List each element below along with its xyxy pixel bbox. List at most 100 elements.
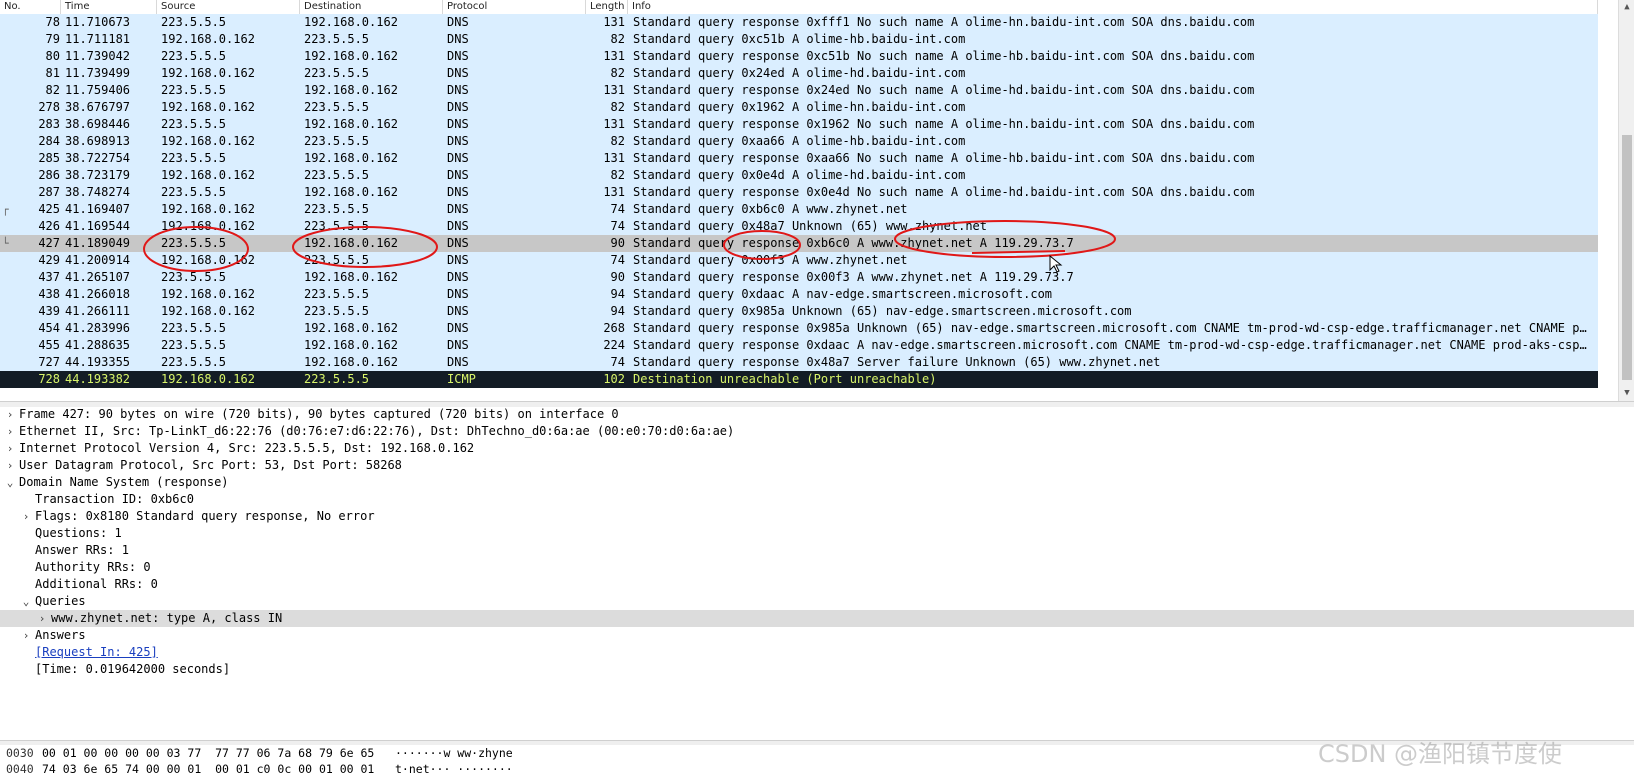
column-header-protocol[interactable]: Protocol [443, 0, 586, 14]
detail-row[interactable]: › www.zhynet.net: type A, class IN [0, 610, 1634, 627]
scroll-up-icon[interactable]: ▲ [1622, 2, 1632, 12]
cell-src: 223.5.5.5 [161, 338, 227, 352]
chevron-right-icon[interactable]: › [4, 457, 16, 474]
packet-details-pane[interactable]: › Frame 427: 90 bytes on wire (720 bits),… [0, 407, 1634, 740]
cell-time: 11.710673 [65, 15, 131, 29]
chevron-down-icon[interactable]: ⌄ [20, 593, 32, 610]
column-header-time[interactable]: Time [61, 0, 157, 14]
cell-src: 223.5.5.5 [161, 15, 227, 29]
cell-info: Standard query response 0xb6c0 A www.zhy… [633, 236, 1074, 250]
cell-proto: DNS [447, 355, 469, 369]
cell-src: 223.5.5.5 [161, 49, 227, 63]
detail-row[interactable]: › Internet Protocol Version 4, Src: 223.5… [0, 440, 1634, 457]
packet-row[interactable]: 79 11.711181 192.168.0.162 223.5.5.5 DNS 82 St… [0, 31, 1598, 48]
detail-row[interactable]: › Answers [0, 627, 1634, 644]
chevron-right-icon[interactable]: › [4, 406, 16, 423]
cell-time: 38.698446 [65, 117, 131, 131]
detail-row[interactable]: ⌄ Queries [0, 593, 1634, 610]
packet-row[interactable]: 82 11.759406 223.5.5.5 192.168.0.162 DNS 131 S… [0, 82, 1598, 99]
cell-no: 81 [45, 66, 60, 80]
packet-row[interactable]: ┌ 425 41.169407 192.168.0.162 223.5.5.5 DNS 74… [0, 201, 1598, 218]
detail-row[interactable]: [Time: 0.019642000 seconds] [0, 661, 1634, 678]
request-in-link[interactable]: [Request In: 425] [35, 644, 158, 661]
cell-time: 41.169407 [65, 202, 131, 216]
chevron-right-icon[interactable]: › [20, 508, 32, 525]
cell-dst: 192.168.0.162 [304, 83, 398, 97]
column-header-info[interactable]: Info [628, 0, 1598, 14]
packet-row[interactable]: 283 38.698446 223.5.5.5 192.168.0.162 DNS 131… [0, 116, 1598, 133]
detail-text: www.zhynet.net: type A, class IN [51, 611, 283, 625]
detail-row[interactable]: Additional RRs: 0 [0, 576, 1634, 593]
packet-row[interactable]: 278 38.676797 192.168.0.162 223.5.5.5 DNS 82 S… [0, 99, 1598, 116]
scroll-thumb[interactable] [1622, 135, 1632, 380]
cell-dst: 223.5.5.5 [304, 287, 370, 301]
cell-dst: 192.168.0.162 [304, 236, 398, 250]
column-header-source[interactable]: Source [157, 0, 300, 14]
chevron-right-icon[interactable]: › [36, 610, 48, 627]
packet-list-scrollbar[interactable]: ▲ ▼ [1618, 0, 1634, 401]
packet-row[interactable]: 286 38.723179 192.168.0.162 223.5.5.5 DNS 82 S… [0, 167, 1598, 184]
packet-row[interactable]: 429 41.200914 192.168.0.162 223.5.5.5 DNS 74 S… [0, 252, 1598, 269]
packet-row[interactable]: 78 11.710673 223.5.5.5 192.168.0.162 DNS 131 S… [0, 14, 1598, 31]
cell-len: 90 [610, 270, 625, 284]
detail-row[interactable]: ⌄ Domain Name System (response) [0, 474, 1634, 491]
chevron-down-icon[interactable]: ⌄ [4, 474, 16, 491]
cell-len: 74 [610, 253, 625, 267]
cell-no: 287 [38, 185, 60, 199]
cell-src: 192.168.0.162 [161, 253, 255, 267]
detail-text: Flags: 0x8180 Standard query response, N… [35, 509, 375, 523]
packet-row[interactable]: 437 41.265107 223.5.5.5 192.168.0.162 DNS 90 S… [0, 269, 1598, 286]
chevron-right-icon[interactable]: › [4, 440, 16, 457]
packet-row[interactable]: 80 11.739042 223.5.5.5 192.168.0.162 DNS 131 S… [0, 48, 1598, 65]
detail-row[interactable]: Answer RRs: 1 [0, 542, 1634, 559]
cell-time: 11.759406 [65, 83, 131, 97]
packet-row[interactable]: 284 38.698913 192.168.0.162 223.5.5.5 DNS 82 S… [0, 133, 1598, 150]
cell-proto: DNS [447, 253, 469, 267]
detail-row[interactable]: Questions: 1 [0, 525, 1634, 542]
column-header-no[interactable]: No. [0, 0, 61, 14]
cell-proto: DNS [447, 304, 469, 318]
cell-src: 223.5.5.5 [161, 355, 227, 369]
packet-row[interactable]: 426 41.169544 192.168.0.162 223.5.5.5 DNS 74 S… [0, 218, 1598, 235]
cell-time: 11.711181 [65, 32, 131, 46]
detail-row[interactable]: › Frame 427: 90 bytes on wire (720 bits),… [0, 406, 1634, 423]
cell-len: 268 [603, 321, 625, 335]
cell-src: 192.168.0.162 [161, 372, 255, 386]
packet-list-pane[interactable]: No. Time Source Destination Protocol Length In… [0, 0, 1634, 401]
cell-proto: DNS [447, 338, 469, 352]
detail-text: Additional RRs: 0 [35, 577, 158, 591]
bytes-ascii: t·net··· ········ [395, 762, 513, 776]
packet-row[interactable]: 287 38.748274 223.5.5.5 192.168.0.162 DNS 131… [0, 184, 1598, 201]
detail-row[interactable]: › User Datagram Protocol, Src Port: 53, D… [0, 457, 1634, 474]
packet-row[interactable]: 81 11.739499 192.168.0.162 223.5.5.5 DNS 82 St… [0, 65, 1598, 82]
cell-info: Standard query response 0x00f3 A www.zhy… [633, 270, 1074, 284]
scroll-down-icon[interactable]: ▼ [1622, 388, 1632, 398]
cell-dst: 192.168.0.162 [304, 321, 398, 335]
detail-row[interactable]: › Flags: 0x8180 Standard query response, … [0, 508, 1634, 525]
packet-list-header: No. Time Source Destination Protocol Length In… [0, 0, 1598, 15]
column-header-length[interactable]: Length [586, 0, 628, 14]
cell-time: 38.676797 [65, 100, 131, 114]
cell-src: 192.168.0.162 [161, 100, 255, 114]
cell-src: 223.5.5.5 [161, 270, 227, 284]
chevron-right-icon[interactable]: › [20, 627, 32, 644]
detail-row[interactable]: Transaction ID: 0xb6c0 [0, 491, 1634, 508]
packet-row[interactable]: 728 44.193382 192.168.0.162 223.5.5.5 ICMP 10… [0, 371, 1598, 388]
chevron-right-icon[interactable]: › [4, 423, 16, 440]
cell-info: Standard query response 0x985a Unknown (… [633, 321, 1588, 335]
detail-row[interactable]: › Ethernet II, Src: Tp-LinkT_d6:22:76 (d0… [0, 423, 1634, 440]
packet-row[interactable]: 454 41.283996 223.5.5.5 192.168.0.162 DNS 268… [0, 320, 1598, 337]
packet-row[interactable]: 285 38.722754 223.5.5.5 192.168.0.162 DNS 131… [0, 150, 1598, 167]
column-header-destination[interactable]: Destination [300, 0, 443, 14]
cell-time: 41.169544 [65, 219, 131, 233]
cell-time: 41.200914 [65, 253, 131, 267]
detail-row[interactable]: Authority RRs: 0 [0, 559, 1634, 576]
cell-dst: 192.168.0.162 [304, 151, 398, 165]
packet-row[interactable]: 438 41.266018 192.168.0.162 223.5.5.5 DNS 94 S… [0, 286, 1598, 303]
packet-row[interactable]: 439 41.266111 192.168.0.162 223.5.5.5 DNS 94 S… [0, 303, 1598, 320]
packet-row[interactable]: └ 427 41.189049 223.5.5.5 192.168.0.162 DNS 90… [0, 235, 1598, 252]
packet-row[interactable]: 455 41.288635 223.5.5.5 192.168.0.162 DNS 224… [0, 337, 1598, 354]
cell-time: 38.723179 [65, 168, 131, 182]
detail-row[interactable]: [Request In: 425] [0, 644, 1634, 661]
packet-row[interactable]: 727 44.193355 223.5.5.5 192.168.0.162 DNS 74 S… [0, 354, 1598, 371]
